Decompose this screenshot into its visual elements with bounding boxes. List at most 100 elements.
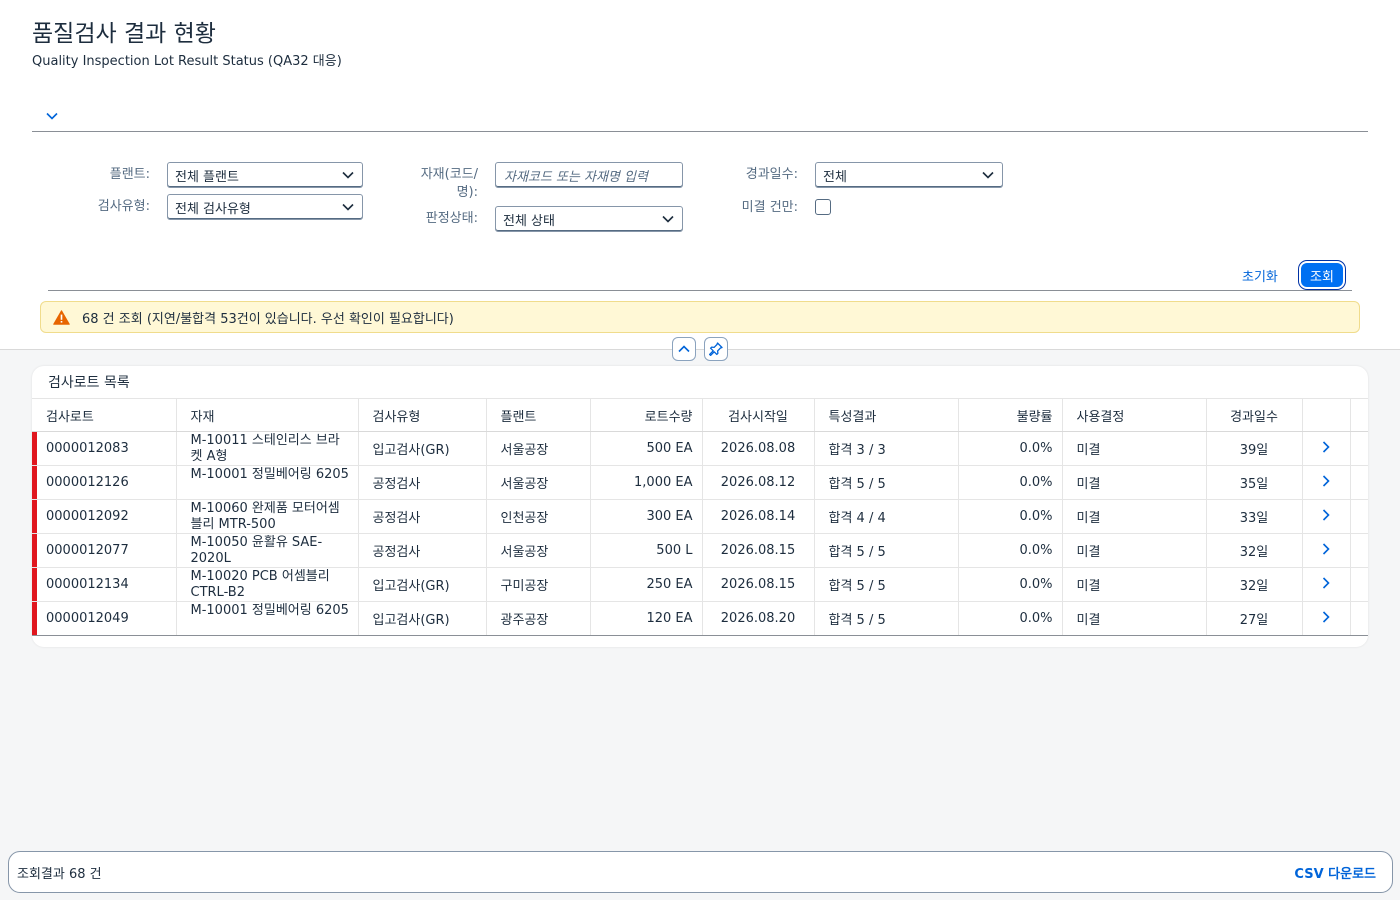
open-only-checkbox[interactable]	[815, 199, 831, 215]
table-row[interactable]: 0000012092 M-10060 완제품 모터어셈블리 MTR-500 공정…	[32, 499, 1368, 534]
plant-filter-label: 플랜트:	[109, 167, 150, 182]
row-nav[interactable]	[1302, 499, 1351, 534]
warning-message-strip: 68 건 조회 (지연/불합격 53건이 있습니다. 우선 확인이 필요합니다)	[40, 301, 1360, 333]
cell-char-result: 합격 4 / 4	[814, 499, 959, 534]
chevron-up-icon	[678, 345, 690, 353]
column-header-elapsed-days[interactable]: 경과일수	[1206, 398, 1303, 432]
cell-plant: 서울공장	[486, 533, 591, 568]
cell-insp-type: 공정검사	[358, 533, 487, 568]
cell-lot: 0000012049	[32, 601, 177, 636]
cell-start-date: 2026.08.20	[702, 601, 815, 636]
cell-defect-rate: 0.0%	[958, 601, 1063, 636]
expand-header-toggle[interactable]	[42, 106, 62, 126]
column-header-material[interactable]: 자재	[176, 398, 359, 432]
cell-usage-decision: 미결	[1062, 601, 1207, 636]
material-filter-label: 자재(코드/ 명):	[388, 166, 478, 202]
column-header-start-date[interactable]: 검사시작일	[702, 398, 815, 432]
column-header-insp-type[interactable]: 검사유형	[358, 398, 487, 432]
cell-plant: 인천공장	[486, 499, 591, 534]
cell-defect-rate: 0.0%	[958, 499, 1063, 534]
warning-message-text: 68 건 조회 (지연/불합격 53건이 있습니다. 우선 확인이 필요합니다)	[82, 311, 454, 327]
row-nav[interactable]	[1302, 567, 1351, 602]
plant-select[interactable]: 전체 플랜트	[167, 162, 363, 188]
inspection-lot-table: 검사로트 자재 검사유형 플랜트 로트수량 검사시작일 특성결과 불량률 사용결…	[32, 398, 1368, 636]
cell-usage-decision: 미결	[1062, 465, 1207, 500]
chevron-right-icon	[1322, 508, 1330, 521]
cell-lot: 0000012083	[32, 431, 177, 466]
cell-usage-decision: 미결	[1062, 431, 1207, 466]
column-header-char-result[interactable]: 특성결과	[814, 398, 959, 432]
cell-material: M-10050 윤활유 SAE-2020L	[176, 533, 359, 568]
page-subtitle: Quality Inspection Lot Result Status (QA…	[32, 54, 342, 69]
table-row[interactable]: 0000012126 M-10001 정밀베어링 6205 공정검사 서울공장 …	[32, 465, 1368, 500]
cell-lot-qty: 300 EA	[590, 499, 703, 534]
chevron-right-icon	[1322, 610, 1330, 623]
cell-material: M-10011 스테인리스 브라켓 A형	[176, 431, 359, 466]
cell-start-date: 2026.08.15	[702, 567, 815, 602]
insp-type-select[interactable]: 전체 검사유형	[167, 194, 363, 220]
warning-icon	[53, 309, 70, 325]
table-row[interactable]: 0000012083 M-10011 스테인리스 브라켓 A형 입고검사(GR)…	[32, 431, 1368, 466]
cell-spacer	[1350, 465, 1368, 500]
table-title: 검사로트 목록	[48, 375, 130, 391]
row-nav[interactable]	[1302, 533, 1351, 568]
cell-spacer	[1350, 601, 1368, 636]
cell-lot: 0000012077	[32, 533, 177, 568]
cell-material-text: M-10001 정밀베어링 6205	[190, 467, 349, 482]
chevron-down-icon	[982, 171, 994, 179]
cell-insp-type: 공정검사	[358, 499, 487, 534]
cell-plant: 서울공장	[486, 431, 591, 466]
table-row[interactable]: 0000012077 M-10050 윤활유 SAE-2020L 공정검사 서울…	[32, 533, 1368, 568]
cell-elapsed-days: 35일	[1206, 465, 1303, 500]
cell-char-result: 합격 5 / 5	[814, 567, 959, 602]
cell-material-text: M-10020 PCB 어셈블리 CTRL-B2	[190, 569, 330, 600]
material-filter-label-line2: 명):	[456, 185, 478, 200]
cell-elapsed-days: 32일	[1206, 533, 1303, 568]
pin-header-button[interactable]	[704, 337, 728, 361]
cell-char-result: 합격 5 / 5	[814, 533, 959, 568]
row-nav[interactable]	[1302, 601, 1351, 636]
open-only-label: 미결 건만:	[741, 200, 798, 215]
decision-select[interactable]: 전체 상태	[495, 206, 683, 232]
material-input[interactable]: 자재코드 또는 자재명 입력	[495, 162, 683, 188]
chevron-right-icon	[1322, 542, 1330, 555]
column-header-lot-qty[interactable]: 로트수량	[590, 398, 703, 432]
cell-material-text: M-10001 정밀베어링 6205	[190, 603, 349, 618]
cell-lot-qty: 250 EA	[590, 567, 703, 602]
column-header-nav	[1302, 398, 1351, 432]
pin-icon	[709, 342, 723, 356]
reset-button[interactable]: 초기화	[1234, 264, 1286, 286]
cell-material: M-10001 정밀베어링 6205	[176, 465, 359, 500]
collapse-header-button[interactable]	[672, 337, 696, 361]
decision-select-value: 전체 상태	[503, 213, 555, 229]
cell-material: M-10001 정밀베어링 6205	[176, 601, 359, 636]
page-title: 품질검사 결과 현황	[32, 21, 216, 47]
chevron-right-icon	[1322, 576, 1330, 589]
row-nav[interactable]	[1302, 465, 1351, 500]
filter-divider	[48, 290, 1352, 291]
cell-char-result: 합격 5 / 5	[814, 601, 959, 636]
column-header-usage-decision[interactable]: 사용결정	[1062, 398, 1207, 432]
cell-insp-type: 입고검사(GR)	[358, 567, 487, 602]
result-count: 조회결과 68 건	[17, 866, 102, 882]
chevron-down-icon	[342, 171, 354, 179]
cell-material-text: M-10011 스테인리스 브라켓 A형	[190, 433, 340, 464]
cell-material: M-10020 PCB 어셈블리 CTRL-B2	[176, 567, 359, 602]
cell-usage-decision: 미결	[1062, 533, 1207, 568]
cell-char-result: 합격 5 / 5	[814, 465, 959, 500]
header-divider	[32, 131, 1368, 132]
search-button[interactable]: 조회	[1301, 263, 1343, 287]
cell-char-result: 합격 3 / 3	[814, 431, 959, 466]
elapsed-filter-label: 경과일수:	[745, 167, 798, 182]
cell-start-date: 2026.08.15	[702, 533, 815, 568]
table-row[interactable]: 0000012134 M-10020 PCB 어셈블리 CTRL-B2 입고검사…	[32, 567, 1368, 602]
column-header-lot[interactable]: 검사로트	[32, 398, 177, 432]
row-nav[interactable]	[1302, 431, 1351, 466]
column-header-plant[interactable]: 플랜트	[486, 398, 591, 432]
table-row[interactable]: 0000012049 M-10001 정밀베어링 6205 입고검사(GR) 광…	[32, 601, 1368, 636]
cell-defect-rate: 0.0%	[958, 465, 1063, 500]
csv-download-button[interactable]: CSV 다운로드	[1294, 863, 1376, 882]
chevron-right-icon	[1322, 440, 1330, 453]
elapsed-select[interactable]: 전체	[815, 162, 1003, 188]
column-header-defect-rate[interactable]: 불량률	[958, 398, 1063, 432]
